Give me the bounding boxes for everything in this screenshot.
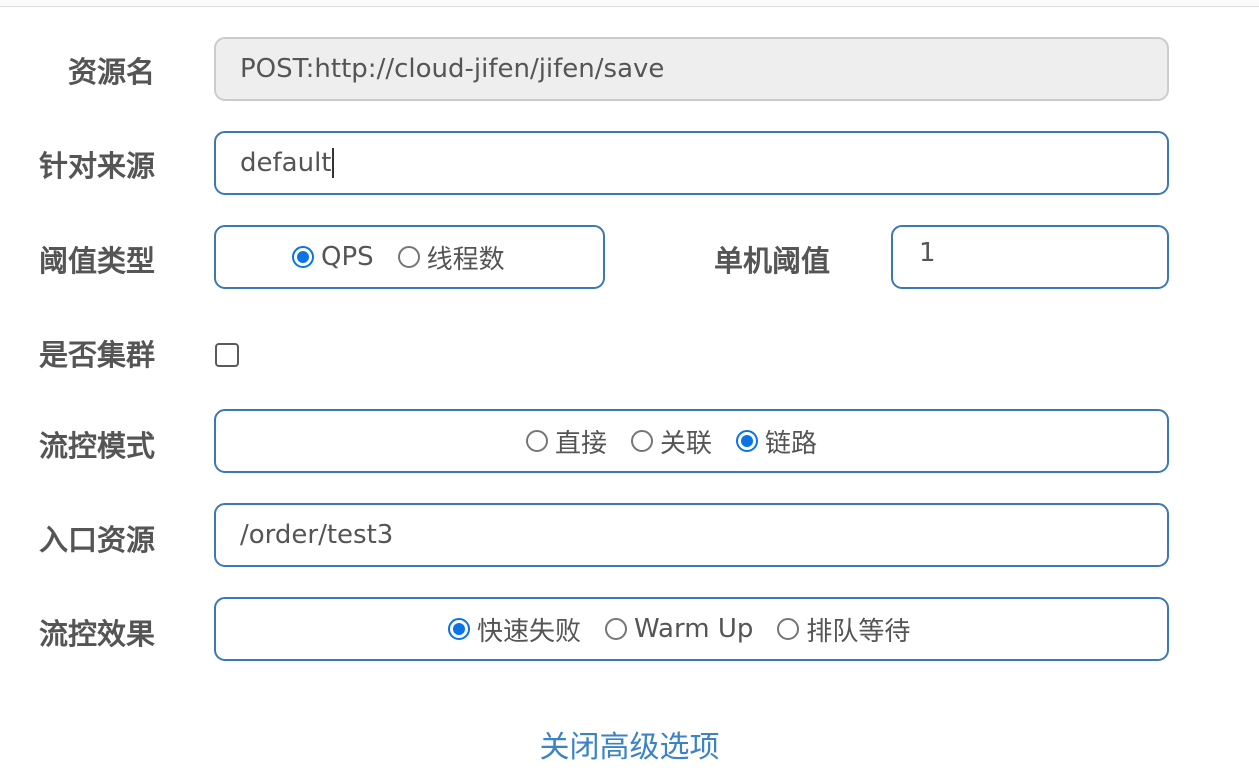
ref-resource-label: 入口资源 xyxy=(38,523,155,557)
grade-option-label: QPS xyxy=(321,242,374,272)
resource-name-label: 资源名 xyxy=(67,55,155,89)
limit-app-input[interactable]: default xyxy=(214,131,1169,195)
behavior-option-fail-fast[interactable]: 快速失败 xyxy=(448,611,581,648)
ref-resource-input[interactable]: /order/test3 xyxy=(214,503,1169,567)
text-caret xyxy=(332,148,335,178)
behavior-option-label: 快速失败 xyxy=(477,616,582,647)
radio-checked-icon[interactable] xyxy=(448,618,470,640)
strategy-option-direct[interactable]: 直接 xyxy=(526,423,607,460)
grade-option-qps[interactable]: QPS xyxy=(292,242,374,272)
behavior-option-queue[interactable]: 排队等待 xyxy=(777,611,910,648)
resource-name-field: POST:http://cloud-jifen/jifen/save xyxy=(214,37,1169,101)
cluster-label: 是否集群 xyxy=(38,338,155,372)
limit-app-value: default xyxy=(240,148,332,178)
count-value: 1 xyxy=(919,238,936,268)
strategy-option-label: 关联 xyxy=(660,428,713,459)
radio-unchecked-icon[interactable] xyxy=(777,618,800,640)
count-label: 单机阈值 xyxy=(713,244,830,278)
radio-unchecked-icon[interactable] xyxy=(605,618,628,640)
strategy-option-relate[interactable]: 关联 xyxy=(631,423,712,460)
strategy-option-chain[interactable]: 链路 xyxy=(736,423,817,460)
top-divider xyxy=(0,0,1259,7)
radio-unchecked-icon[interactable] xyxy=(631,430,654,452)
behavior-option-label: Warm Up xyxy=(634,614,754,644)
grade-option-thread[interactable]: 线程数 xyxy=(397,239,505,276)
radio-checked-icon[interactable] xyxy=(292,246,314,268)
radio-unchecked-icon[interactable] xyxy=(526,430,548,452)
cluster-checkbox[interactable] xyxy=(215,343,239,367)
grade-option-label: 线程数 xyxy=(426,244,505,275)
strategy-option-label: 链路 xyxy=(765,428,818,459)
strategy-radio-group: 直接 关联 链路 xyxy=(214,409,1169,473)
control-behavior-label: 流控效果 xyxy=(38,617,155,651)
radio-unchecked-icon[interactable] xyxy=(397,246,420,268)
grade-label: 阈值类型 xyxy=(38,244,155,278)
strategy-option-label: 直接 xyxy=(555,428,608,459)
strategy-label: 流控模式 xyxy=(38,429,155,463)
ref-resource-value: /order/test3 xyxy=(240,520,394,550)
count-input[interactable]: 1 xyxy=(891,225,1169,289)
limit-app-label: 针对来源 xyxy=(38,149,155,183)
close-advanced-options-link[interactable]: 关闭高级选项 xyxy=(0,722,1259,766)
behavior-option-warm-up[interactable]: Warm Up xyxy=(605,614,753,644)
resource-name-value: POST:http://cloud-jifen/jifen/save xyxy=(240,54,665,84)
behavior-option-label: 排队等待 xyxy=(806,616,911,647)
control-behavior-radio-group: 快速失败 Warm Up 排队等待 xyxy=(214,597,1169,661)
grade-radio-group: QPS 线程数 xyxy=(214,225,605,289)
radio-checked-icon[interactable] xyxy=(736,430,759,452)
